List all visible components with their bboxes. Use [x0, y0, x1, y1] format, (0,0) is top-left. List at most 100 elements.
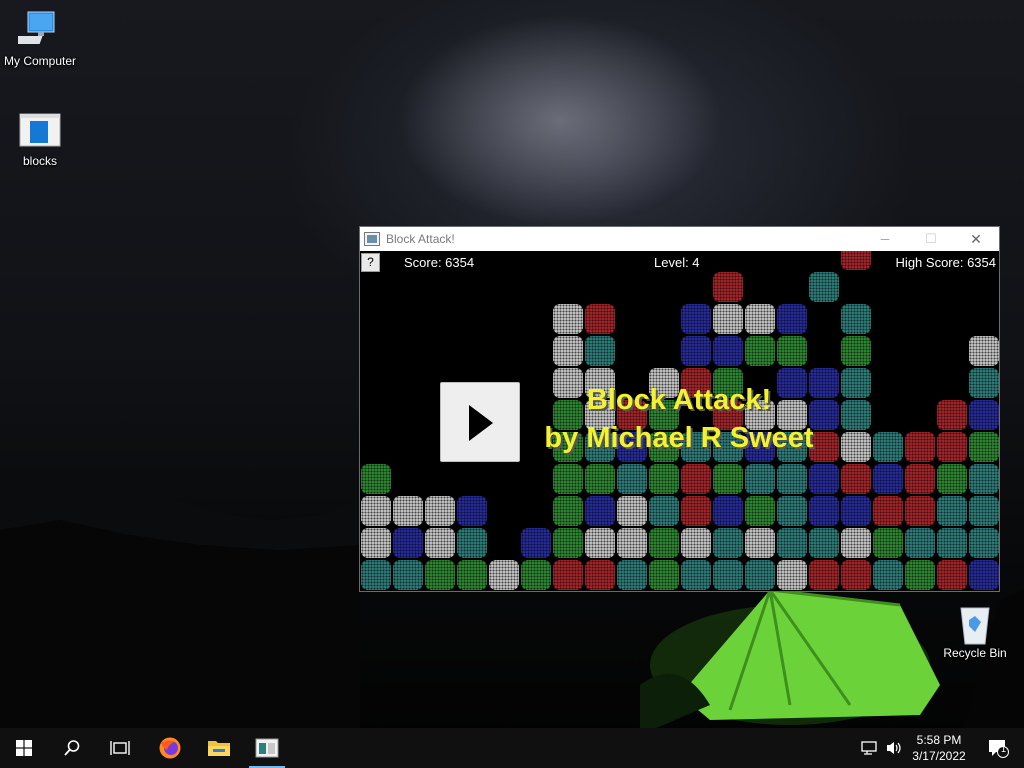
app-window-icon [18, 110, 62, 150]
game-block [841, 336, 871, 366]
desktop-icon-blocks[interactable]: blocks [0, 110, 80, 168]
minimize-button[interactable]: ─ [862, 227, 908, 251]
desktop-icon-label: Recycle Bin [943, 646, 1007, 660]
banner-title: Block Attack! [586, 384, 772, 416]
game-block [553, 496, 583, 526]
game-block [745, 304, 775, 334]
desktop-icon-recycle-bin[interactable]: Recycle Bin [935, 602, 1015, 660]
game-block [809, 560, 839, 590]
high-score-label: High Score: 6354 [895, 255, 996, 270]
taskbar-clock[interactable]: 5:58 PM 3/17/2022 [905, 732, 973, 764]
game-block [713, 272, 743, 302]
game-block [553, 560, 583, 590]
game-block [905, 496, 935, 526]
game-block [649, 560, 679, 590]
taskbar: 5:58 PM 3/17/2022 1 [0, 728, 1024, 768]
play-button[interactable] [440, 382, 520, 462]
game-block [841, 368, 871, 398]
game-block [713, 464, 743, 494]
window-title: Block Attack! [386, 232, 455, 246]
game-block [777, 304, 807, 334]
play-icon [469, 405, 493, 441]
game-block [649, 496, 679, 526]
game-block [457, 496, 487, 526]
game-block [425, 496, 455, 526]
game-block [841, 251, 871, 270]
clock-time: 5:58 PM [916, 733, 962, 747]
desktop-icon-my-computer[interactable]: My Computer [0, 10, 80, 68]
game-block [777, 528, 807, 558]
game-block [393, 528, 423, 558]
game-block [713, 496, 743, 526]
notifications-button[interactable]: 1 [978, 728, 1018, 768]
game-block [841, 432, 871, 462]
game-block [905, 528, 935, 558]
network-icon [861, 741, 877, 755]
game-block [905, 432, 935, 462]
game-block [489, 560, 519, 590]
game-block [649, 528, 679, 558]
game-block [905, 560, 935, 590]
game-block [457, 528, 487, 558]
game-block [969, 368, 999, 398]
game-block [553, 464, 583, 494]
game-block [809, 496, 839, 526]
score-label: Score: 6354 [404, 255, 475, 270]
close-button[interactable]: ✕ [953, 227, 999, 251]
game-block [713, 528, 743, 558]
game-block [937, 528, 967, 558]
game-block [969, 560, 999, 590]
game-block [969, 400, 999, 430]
game-block [553, 528, 583, 558]
game-block [745, 336, 775, 366]
desktop-icon-label: My Computer [3, 54, 77, 68]
game-block [713, 336, 743, 366]
game-block [425, 528, 455, 558]
search-button[interactable] [48, 728, 96, 768]
desktop-icon-label: blocks [22, 154, 57, 168]
close-icon: ✕ [970, 230, 982, 247]
game-block [777, 560, 807, 590]
game-board[interactable]: ? Score: 6354 Level: 4 High Score: 6354 … [360, 251, 999, 591]
game-block [809, 464, 839, 494]
help-button[interactable]: ? [361, 253, 380, 272]
game-block [521, 560, 551, 590]
game-block [361, 496, 391, 526]
game-block [617, 528, 647, 558]
game-block [553, 336, 583, 366]
game-block [937, 464, 967, 494]
game-block [361, 528, 391, 558]
game-block [585, 528, 615, 558]
game-block [617, 560, 647, 590]
task-view-button[interactable] [96, 728, 144, 768]
volume-button[interactable] [880, 728, 908, 768]
maximize-button[interactable]: ☐ [908, 227, 954, 251]
game-block [745, 528, 775, 558]
game-block [681, 336, 711, 366]
game-block [617, 464, 647, 494]
game-block [873, 496, 903, 526]
game-block [777, 336, 807, 366]
game-block [361, 464, 391, 494]
game-block [969, 528, 999, 558]
game-block [969, 432, 999, 462]
game-block [745, 560, 775, 590]
file-explorer-button[interactable] [195, 728, 243, 768]
game-block [745, 464, 775, 494]
block-attack-taskbar-button[interactable] [243, 728, 291, 768]
firefox-button[interactable] [146, 728, 194, 768]
level-label: Level: 4 [654, 255, 700, 270]
window-titlebar[interactable]: Block Attack! ─ ☐ ✕ [360, 227, 999, 251]
game-block [873, 464, 903, 494]
search-icon [64, 740, 80, 756]
app-window-icon [255, 738, 279, 758]
game-block [681, 560, 711, 590]
game-block [841, 528, 871, 558]
start-button[interactable] [0, 728, 48, 768]
game-block [841, 496, 871, 526]
game-block [937, 560, 967, 590]
volume-icon [887, 742, 901, 754]
game-block [585, 496, 615, 526]
game-block [649, 464, 679, 494]
game-block [553, 304, 583, 334]
